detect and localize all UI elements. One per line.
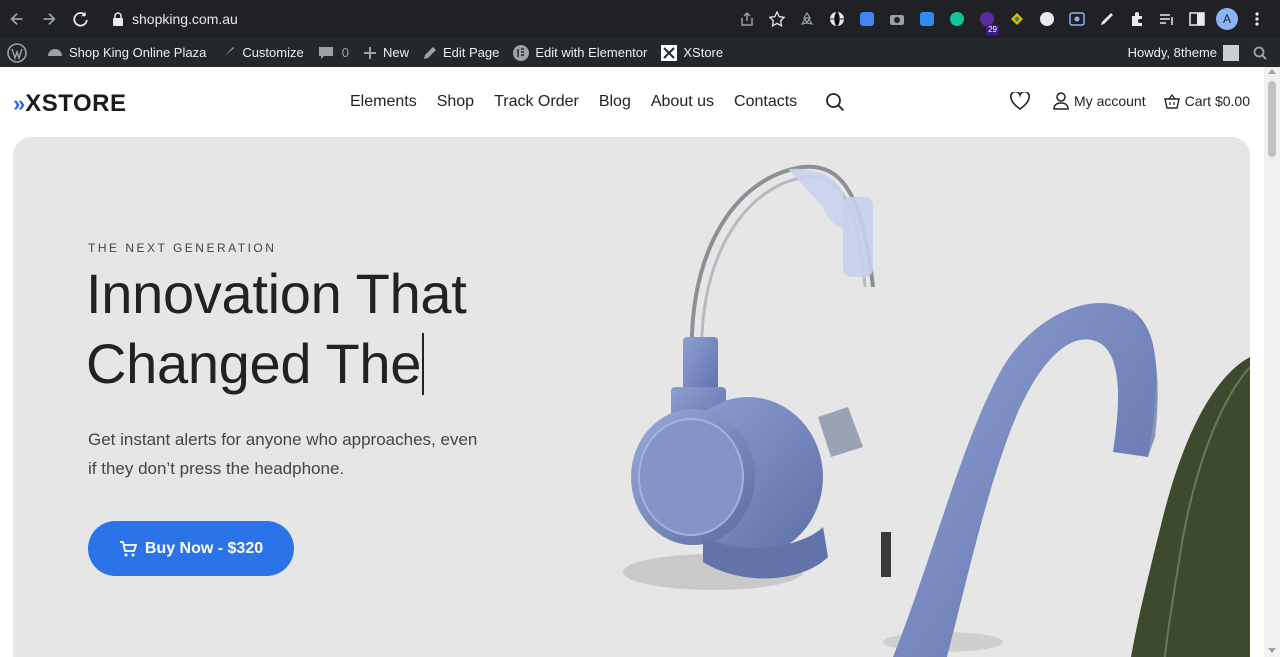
wp-edit-elementor[interactable]: Edit with Elementor <box>506 38 654 67</box>
text-cursor <box>422 333 425 395</box>
color-extension-icon[interactable] <box>1002 6 1032 32</box>
logo-chevron-icon: » <box>13 91 26 116</box>
reload-icon[interactable] <box>66 4 96 34</box>
browser-menu-icon[interactable] <box>1242 6 1272 32</box>
s-extension-icon[interactable] <box>912 6 942 32</box>
recycle-extension-icon[interactable] <box>792 6 822 32</box>
side-panel-icon[interactable] <box>1182 6 1212 32</box>
cart-link[interactable]: Cart $0.00 <box>1163 93 1250 109</box>
wordpress-logo-icon[interactable] <box>0 38 40 67</box>
xstore-icon <box>661 44 678 61</box>
reading-list-icon[interactable] <box>1152 6 1182 32</box>
comment-icon <box>318 46 333 59</box>
wp-site-name[interactable]: Shop King Online Plaza <box>40 38 213 67</box>
wp-edit-page[interactable]: Edit Page <box>416 38 506 67</box>
wishlist-button[interactable] <box>1010 92 1035 110</box>
scrollbar-thumb[interactable] <box>1268 81 1276 157</box>
address-bar[interactable]: shopking.com.au <box>100 4 718 34</box>
headline-line-1: Innovation That <box>86 262 467 325</box>
heart-icon <box>1010 92 1030 110</box>
site-logo[interactable]: » XSTORE <box>13 90 127 118</box>
headline-line-2: Changed The <box>86 329 467 399</box>
share-icon[interactable] <box>732 6 762 32</box>
cart-total: $0.00 <box>1214 93 1250 109</box>
url-text: shopking.com.au <box>132 11 238 27</box>
wp-xstore[interactable]: XStore <box>654 38 730 67</box>
dashboard-icon <box>48 48 62 56</box>
scroll-up-icon[interactable] <box>1268 69 1276 74</box>
lock-icon <box>113 12 123 26</box>
forward-icon[interactable] <box>34 4 64 34</box>
nav-about-us[interactable]: About us <box>651 93 714 111</box>
bookmark-star-icon[interactable] <box>762 6 792 32</box>
page-content: » XSTORE Elements Shop Track Order Blog … <box>0 67 1264 657</box>
nav-elements[interactable]: Elements <box>350 93 417 111</box>
circle-extension-icon[interactable] <box>1032 6 1062 32</box>
grammarly-icon[interactable] <box>942 6 972 32</box>
user-icon <box>1053 92 1069 110</box>
pencil-icon <box>423 46 436 59</box>
my-account-link[interactable]: My account <box>1053 92 1146 110</box>
wp-customize[interactable]: Customize <box>213 38 310 67</box>
globe-extension-icon[interactable] <box>822 6 852 32</box>
page-scrollbar[interactable] <box>1264 67 1280 657</box>
nav-contacts[interactable]: Contacts <box>734 93 797 111</box>
wp-admin-bar: Shop King Online Plaza Customize 0 New E… <box>0 38 1280 67</box>
hero-headline: Innovation That Changed The <box>86 259 467 399</box>
user-avatar <box>1223 44 1239 61</box>
nav-track-order[interactable]: Track Order <box>494 93 579 111</box>
back-icon[interactable] <box>2 4 32 34</box>
elementor-icon <box>513 44 530 61</box>
header-actions: My account Cart $0.00 <box>992 92 1250 110</box>
wp-howdy[interactable]: Howdy, 8theme <box>1121 38 1246 67</box>
basket-icon <box>1163 93 1180 109</box>
nav-shop[interactable]: Shop <box>437 93 474 111</box>
hero-banner: THE NEXT GENERATION Innovation That Chan… <box>13 137 1250 657</box>
profile-avatar[interactable]: A <box>1212 6 1242 32</box>
translate-extension-icon[interactable] <box>852 6 882 32</box>
main-nav: Elements Shop Track Order Blog About us … <box>340 92 845 112</box>
extensions-row: 29 A <box>732 6 1272 35</box>
hero-subtext: Get instant alerts for anyone who approa… <box>88 430 478 478</box>
search-icon[interactable] <box>825 92 845 112</box>
pen-extension-icon[interactable] <box>1092 6 1122 32</box>
purple-extension-icon[interactable]: 29 <box>972 6 1002 35</box>
camera-extension-icon[interactable] <box>882 6 912 32</box>
puzzle-extensions-icon[interactable] <box>1122 6 1152 32</box>
plus-icon <box>363 46 376 59</box>
hero-eyebrow: THE NEXT GENERATION <box>88 241 277 255</box>
buy-now-button[interactable]: Buy Now - $320 <box>88 521 294 576</box>
wp-comments[interactable]: 0 <box>311 38 356 67</box>
headphones-product-image <box>623 164 1250 657</box>
nav-blog[interactable]: Blog <box>599 93 631 111</box>
brush-icon <box>222 46 235 59</box>
wp-new[interactable]: New <box>356 38 416 67</box>
cart-icon <box>119 540 137 556</box>
wp-search-icon[interactable] <box>1246 38 1280 67</box>
browser-toolbar: shopking.com.au 29 A <box>0 0 1280 38</box>
screen-extension-icon[interactable] <box>1062 6 1092 32</box>
scroll-down-icon[interactable] <box>1268 648 1276 653</box>
